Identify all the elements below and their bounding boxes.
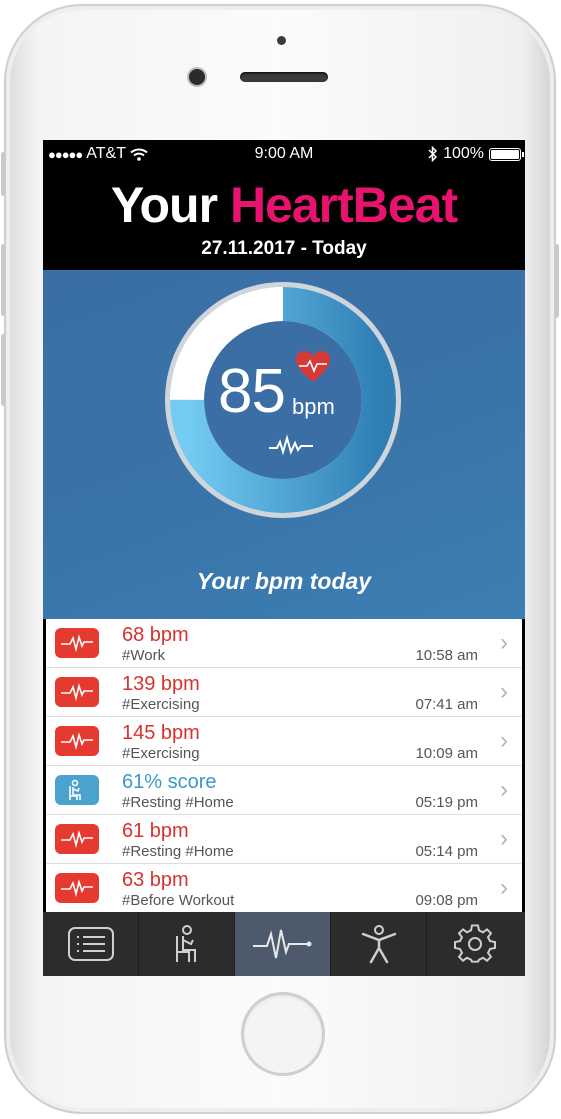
entry-tags: #Before Workout	[122, 892, 235, 909]
bpm-unit: bpm	[292, 394, 335, 419]
entry-title: 61% score	[122, 771, 217, 793]
pulse-icon	[61, 732, 93, 751]
entry-tags: #Exercising	[122, 745, 200, 762]
pulse-icon	[61, 879, 93, 898]
entry-type-icon	[55, 873, 99, 903]
entry-type-icon	[55, 628, 99, 658]
entry-time: 10:09 am	[415, 745, 478, 762]
battery-icon	[489, 147, 524, 161]
tab-activity[interactable]	[331, 912, 427, 976]
entry-list: 68 bpm #Work 10:58 am › 139 bpm #Exercising 07…	[46, 619, 522, 913]
entry-title: 139 bpm	[122, 673, 200, 695]
bluetooth-icon	[428, 146, 438, 162]
entry-time: 05:14 pm	[415, 843, 478, 860]
chevron-right-icon: ›	[500, 776, 508, 803]
entry-time: 10:58 am	[415, 647, 478, 664]
list-item[interactable]: 61 bpm #Resting #Home 05:14 pm ›	[46, 815, 522, 864]
entry-type-icon	[55, 726, 99, 756]
tab-resting[interactable]	[139, 912, 235, 976]
battery-percent: 100%	[443, 145, 484, 162]
list-item[interactable]: 145 bpm #Exercising 10:09 am ›	[46, 717, 522, 766]
home-button[interactable]	[241, 992, 325, 1076]
sitting-icon	[69, 779, 81, 800]
list-item[interactable]: 139 bpm #Exercising 07:41 am ›	[46, 668, 522, 717]
chevron-right-icon: ›	[500, 727, 508, 754]
bpm-value: 85	[218, 357, 286, 426]
chevron-right-icon: ›	[500, 678, 508, 705]
entry-tags: #Resting #Home	[122, 794, 234, 811]
title-your: Your	[110, 177, 218, 233]
entry-time: 05:19 pm	[415, 794, 478, 811]
proximity-sensor	[277, 36, 286, 45]
entry-time: 09:08 pm	[415, 892, 478, 909]
heartbeat-icon	[253, 929, 312, 959]
app-title: Your HeartBeat	[43, 176, 525, 234]
entry-type-icon	[55, 824, 99, 854]
tab-list[interactable]	[43, 912, 139, 976]
app-header: Your HeartBeat 27.11.2017 - Today	[43, 168, 525, 270]
tab-heartbeat[interactable]	[235, 912, 331, 976]
activity-icon	[361, 925, 397, 964]
list-item[interactable]: 61% score #Resting #Home 05:19 pm ›	[46, 766, 522, 815]
volume-up-button	[1, 244, 6, 316]
sitting-icon	[176, 925, 196, 962]
mute-switch	[1, 152, 6, 196]
pulse-icon	[269, 434, 313, 456]
entry-type-icon	[55, 775, 99, 805]
status-bar: ●●●●● AT&T 9:00 AM 100%	[43, 140, 525, 168]
earpiece-speaker	[240, 72, 328, 82]
settings-icon	[454, 924, 496, 963]
entry-type-icon	[55, 677, 99, 707]
chevron-right-icon: ›	[500, 629, 508, 656]
list-item[interactable]: 68 bpm #Work 10:58 am ›	[46, 619, 522, 668]
entry-title: 68 bpm	[122, 624, 189, 646]
entry-title: 145 bpm	[122, 722, 200, 744]
pulse-icon	[61, 634, 93, 653]
list-icon	[68, 927, 114, 961]
entry-tags: #Resting #Home	[122, 843, 234, 860]
entry-title: 61 bpm	[122, 820, 189, 842]
tab-bar	[43, 912, 525, 976]
entry-tags: #Exercising	[122, 696, 200, 713]
title-heartbeat: HeartBeat	[229, 177, 458, 233]
entry-time: 07:41 am	[415, 696, 478, 713]
chevron-right-icon: ›	[500, 825, 508, 852]
tab-settings[interactable]	[427, 912, 523, 976]
gauge-caption: Your bpm today	[196, 568, 372, 594]
power-button	[554, 244, 559, 318]
heart-icon	[296, 351, 330, 382]
chevron-right-icon: ›	[500, 874, 508, 901]
volume-down-button	[1, 334, 6, 406]
list-item[interactable]: 63 bpm #Before Workout 09:08 pm ›	[46, 864, 522, 913]
front-camera	[189, 69, 205, 85]
entry-title: 63 bpm	[122, 869, 189, 891]
pulse-icon	[61, 830, 93, 849]
bpm-summary: 85 bpm Your bpm today	[43, 270, 525, 619]
app-screen: ●●●●● AT&T 9:00 AM 100% Your HeartBeat 2…	[43, 140, 525, 976]
entry-tags: #Work	[122, 647, 166, 664]
pulse-icon	[61, 683, 93, 702]
date-range: 27.11.2017 - Today	[201, 238, 367, 259]
